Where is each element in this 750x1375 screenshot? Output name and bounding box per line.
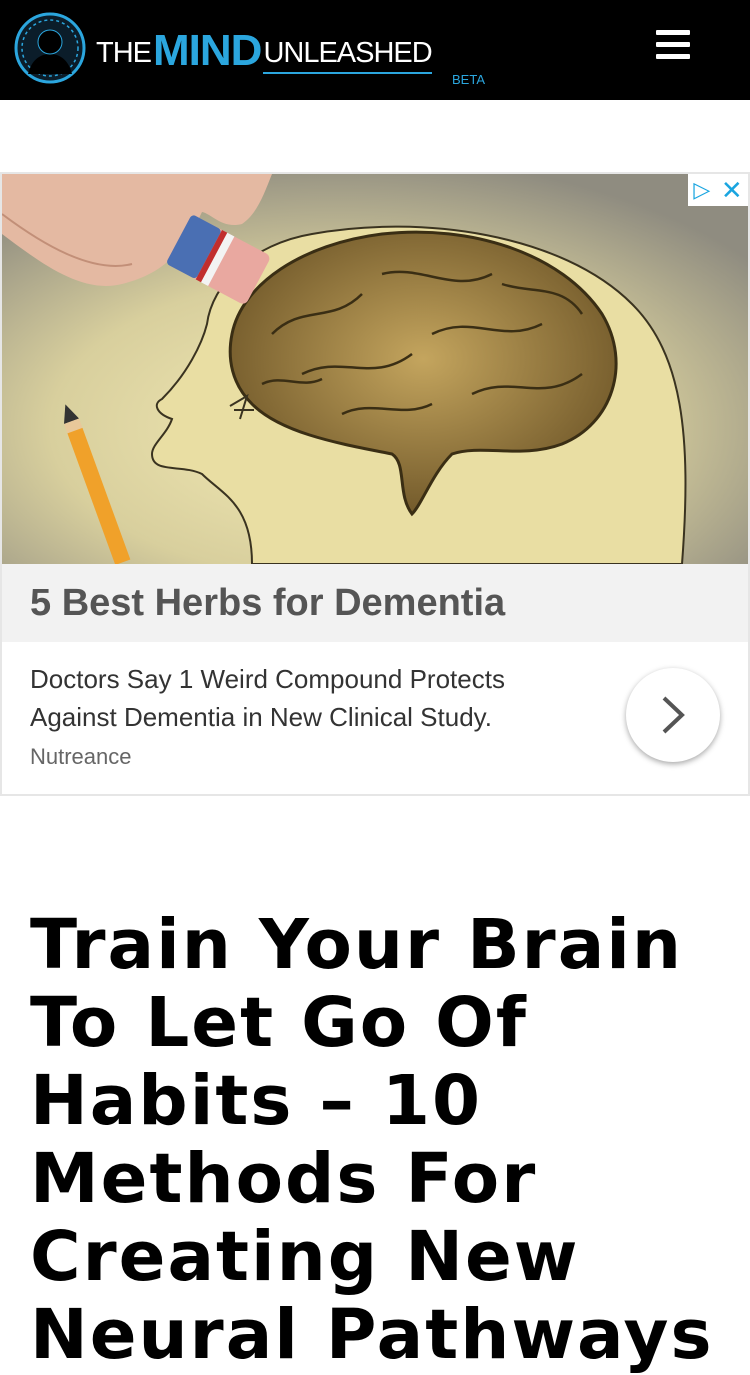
ad-choices-bar[interactable]: ▷ ✕ xyxy=(688,174,748,206)
ad-headline-bar[interactable]: 5 Best Herbs for Dementia xyxy=(2,564,748,642)
ad-description[interactable]: Doctors Say 1 Weird Compound Protects Ag… xyxy=(30,660,590,736)
logo-beta-label: BETA xyxy=(452,72,485,87)
ad-card[interactable]: ▷ ✕ 5 Best Herbs for Dementia Doctors Sa… xyxy=(0,172,750,796)
site-header: THE MIND UNLEASHED BETA xyxy=(0,0,750,100)
ad-headline[interactable]: 5 Best Herbs for Dementia xyxy=(30,582,505,625)
logo-head-icon[interactable] xyxy=(14,12,86,84)
ad-source[interactable]: Nutreance xyxy=(30,744,132,770)
logo-unleashed: UNLEASHED xyxy=(263,36,433,74)
adchoices-icon[interactable]: ▷ xyxy=(693,179,710,201)
article-title: Train Your Brain To Let Go Of Habits – 1… xyxy=(30,905,714,1375)
hamburger-menu-icon[interactable] xyxy=(652,30,694,66)
close-icon[interactable]: ✕ xyxy=(721,177,743,203)
ad-arrow-button[interactable] xyxy=(626,668,720,762)
ad-image[interactable] xyxy=(2,174,748,564)
logo-mind: MIND xyxy=(153,26,262,75)
logo-the: THE xyxy=(96,37,152,69)
site-logo[interactable]: THE MIND UNLEASHED xyxy=(96,26,433,75)
chevron-right-icon xyxy=(662,696,685,734)
